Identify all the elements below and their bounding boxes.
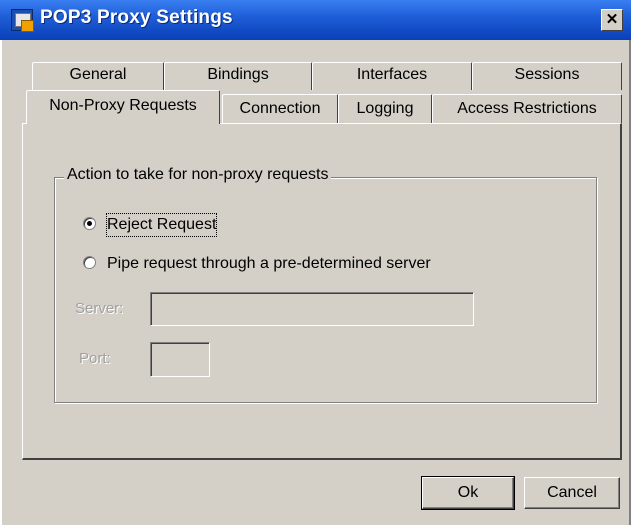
reject-radio[interactable] [83,217,96,230]
app-icon[interactable] [11,9,34,32]
tab-sessions[interactable]: Sessions [472,62,622,90]
group-legend: Action to take for non-proxy requests [64,164,332,186]
port-input[interactable] [150,342,210,377]
tab-logging[interactable]: Logging [338,94,432,123]
close-button[interactable]: ✕ [601,9,623,31]
tab-bindings[interactable]: Bindings [164,62,312,90]
tab-connection[interactable]: Connection [222,94,338,123]
tab-general[interactable]: General [32,62,164,90]
ok-button[interactable]: Ok [421,476,515,510]
window-border [0,40,2,525]
cancel-button[interactable]: Cancel [524,477,620,509]
title-bar[interactable]: POP3 Proxy Settings ✕ [0,0,631,40]
reject-label: Reject Request [105,213,218,237]
radio-selected-dot [87,221,92,226]
window-title: POP3 Proxy Settings [40,7,233,28]
tab-access-restrictions[interactable]: Access Restrictions [432,94,622,123]
pipe-label: Pipe request through a pre-determined se… [107,255,431,272]
tab-non-proxy-requests[interactable]: Non-Proxy Requests [26,90,220,124]
server-input[interactable] [150,292,474,326]
tab-panel-non-proxy-requests: Action to take for non-proxy requests Re… [22,123,622,460]
reject-request-option[interactable]: Reject Request [83,213,283,237]
server-label: Server: [75,300,124,317]
pipe-request-option[interactable]: Pipe request through a pre-determined se… [83,253,503,275]
close-icon: ✕ [605,11,619,28]
port-label: Port: [79,350,111,367]
pipe-radio[interactable] [83,256,96,269]
action-groupbox [54,177,597,403]
tab-interfaces[interactable]: Interfaces [312,62,472,90]
